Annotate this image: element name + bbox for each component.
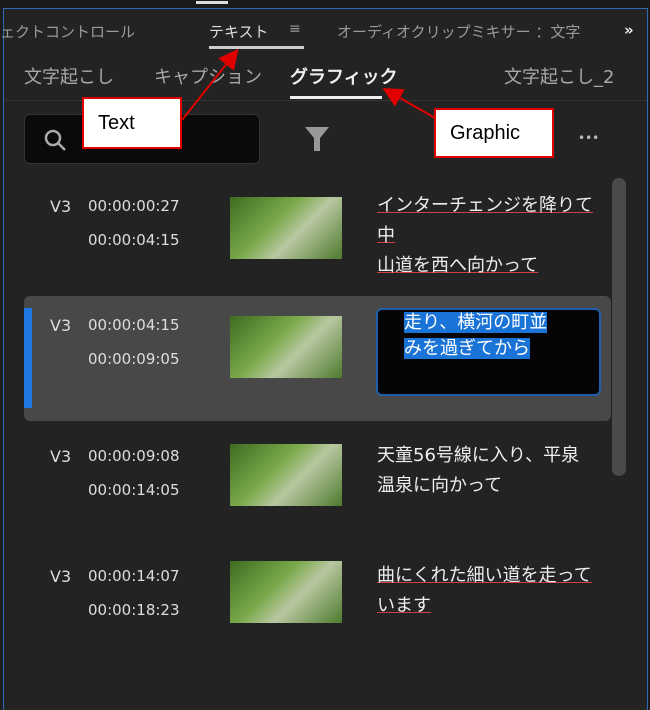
- callout-text: Text: [82, 97, 182, 149]
- callout-graphic: Graphic: [434, 108, 554, 158]
